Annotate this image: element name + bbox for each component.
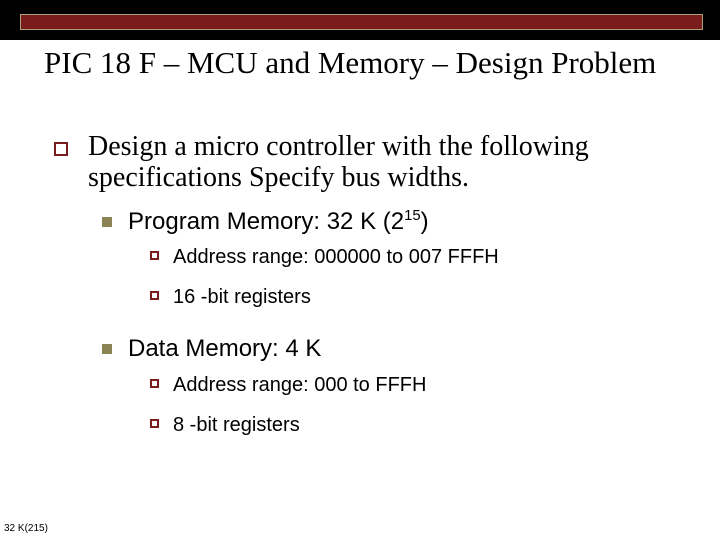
intro-text: Design a micro controller with the follo…	[88, 132, 674, 194]
pm-registers: 16 -bit registers	[173, 285, 311, 309]
pm-address-range: Address range: 000000 to 007 FFFH	[173, 245, 499, 269]
slide-title: PIC 18 F – MCU and Memory – Design Probl…	[44, 46, 684, 81]
hollow-small-square-icon	[150, 419, 159, 428]
dm-address-range: Address range: 000 to FFFH	[173, 373, 426, 397]
pm-suffix: )	[421, 208, 429, 235]
program-memory-label: Program Memory: 32 K (215)	[128, 208, 429, 236]
hollow-small-square-icon	[150, 379, 159, 388]
hollow-small-square-icon	[150, 291, 159, 300]
dm-registers: 8 -bit registers	[173, 413, 300, 437]
pm-exponent: 15	[404, 208, 421, 224]
bullet-level3: 8 -bit registers	[150, 413, 674, 437]
title-accent-bar	[20, 14, 703, 30]
dm-prefix: Data Memory: 4 K	[128, 335, 321, 362]
bullet-level3: Address range: 000000 to 007 FFFH	[150, 245, 674, 269]
bullet-level3: Address range: 000 to FFFH	[150, 373, 674, 397]
bullet-level2: Data Memory: 4 K	[102, 335, 674, 363]
bullet-level1: Design a micro controller with the follo…	[54, 132, 674, 194]
data-memory-label: Data Memory: 4 K	[128, 335, 321, 363]
slide: PIC 18 F – MCU and Memory – Design Probl…	[0, 0, 720, 540]
filled-square-icon	[102, 344, 112, 354]
hollow-small-square-icon	[150, 251, 159, 260]
slide-body: Design a micro controller with the follo…	[54, 132, 674, 437]
pm-prefix: Program Memory: 32 K (2	[128, 208, 404, 235]
footer-note: 32 K(215)	[4, 523, 48, 534]
filled-square-icon	[102, 217, 112, 227]
bullet-level3: 16 -bit registers	[150, 285, 674, 309]
bullet-level2: Program Memory: 32 K (215)	[102, 208, 674, 236]
hollow-square-icon	[54, 142, 68, 156]
